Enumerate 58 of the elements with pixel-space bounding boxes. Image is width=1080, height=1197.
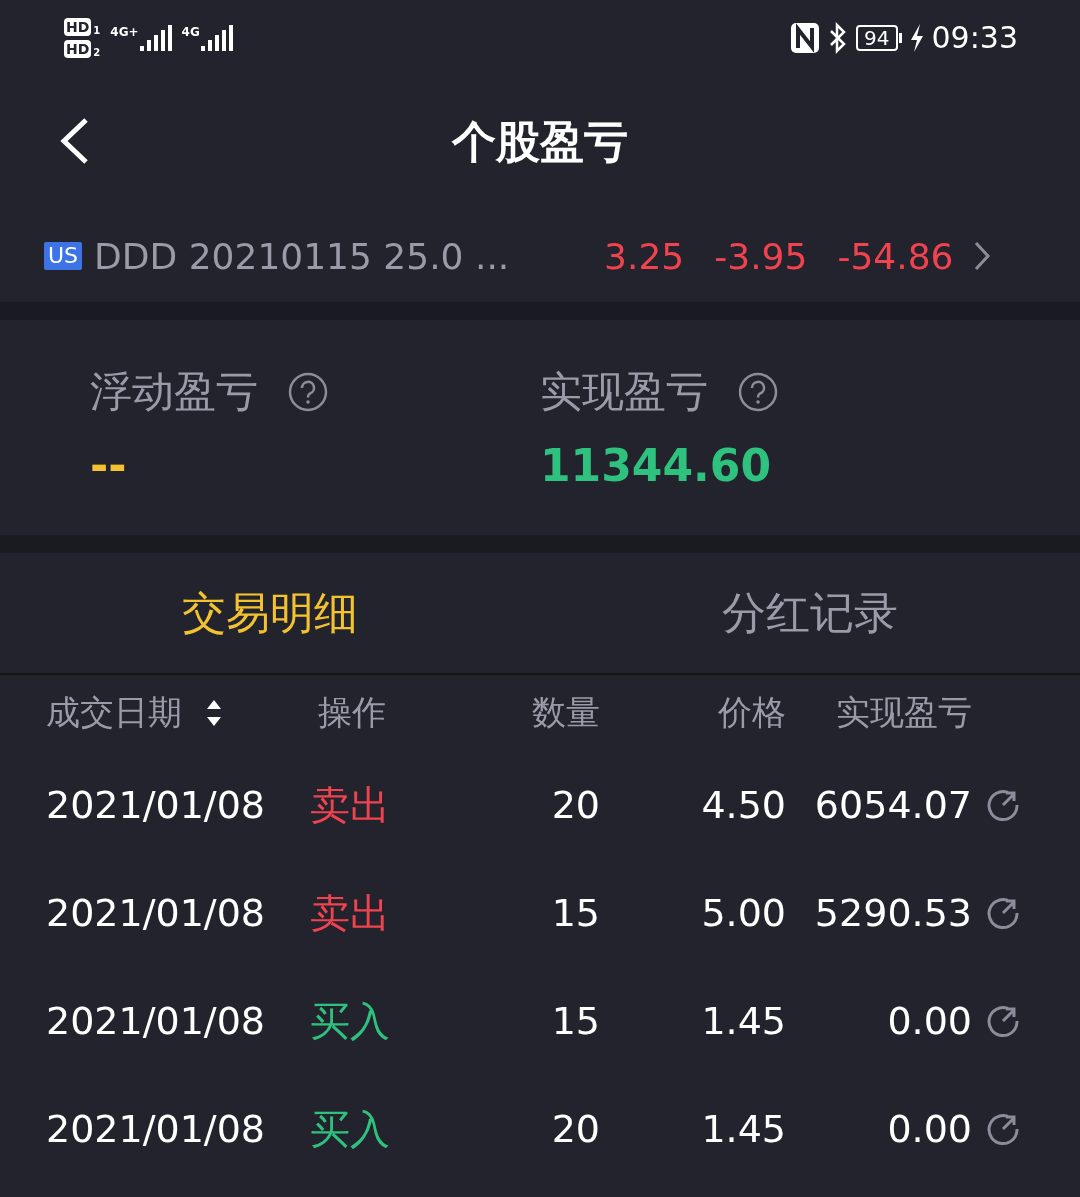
summary-label: 实现盈亏 — [540, 366, 708, 418]
network-label: 4G+ — [110, 24, 139, 39]
quantity-cell-text: 20 — [550, 783, 600, 827]
hd-badge: HD — [64, 39, 92, 58]
sim-slot: 1 — [93, 24, 101, 36]
chevron-right-icon — [973, 240, 992, 272]
date-cell-text: 2021/01/08 — [46, 891, 267, 935]
clock-time: 09:33 — [931, 20, 1018, 55]
signal-icon — [139, 24, 172, 51]
date-cell-text: 2021/01/08 — [46, 783, 267, 827]
refresh-icon[interactable] — [986, 1112, 1020, 1146]
pnl-cell-text: 0.00 — [886, 1107, 972, 1151]
action-cell-text: 买入 — [310, 1104, 391, 1154]
column-header: 操作 — [318, 691, 386, 734]
charging-icon — [909, 23, 924, 52]
column-header: 价格 — [718, 691, 786, 734]
price-value: -3.95 — [714, 235, 808, 277]
hd-badge: HD — [64, 17, 92, 36]
option-name: DDD 20210115 25.0 ... — [94, 235, 511, 277]
refresh-icon[interactable] — [986, 896, 1020, 930]
action-cell-text: 买入 — [310, 996, 391, 1046]
tab[interactable]: 分红记录 — [540, 553, 1080, 673]
market-badge: US — [44, 242, 83, 270]
action-cell-text: 卖出 — [310, 780, 391, 830]
signal-icon — [200, 24, 233, 51]
column-header: 实现盈亏 — [836, 691, 972, 734]
summary-value: 11344.60 — [540, 440, 773, 491]
column-header[interactable]: 成交日期 — [46, 690, 182, 736]
column-header: 数量 — [532, 691, 600, 734]
position-row[interactable]: US DDD 20210115 25.0 ... 3.25 -3.95 -54.86 — [0, 210, 1080, 302]
date-cell-text: 2021/01/08 — [46, 999, 267, 1043]
page-title: 个股盈亏 — [452, 115, 628, 169]
sim-slot: 2 — [93, 46, 101, 58]
help-icon[interactable] — [288, 372, 328, 412]
price-value: -54.86 — [837, 235, 954, 277]
pnl-cell-text: 5290.53 — [813, 891, 972, 935]
sort-icon[interactable] — [206, 699, 222, 727]
date-cell-text: 2021/01/08 — [46, 1107, 267, 1151]
refresh-icon[interactable] — [986, 1004, 1020, 1038]
summary-value: -- — [90, 440, 128, 491]
pnl-cell-text: 0.00 — [886, 999, 972, 1043]
price-cell-text: 5.00 — [700, 891, 786, 935]
back-icon[interactable] — [58, 117, 90, 165]
price-cell-text: 1.45 — [700, 999, 786, 1043]
price-value: 3.25 — [604, 235, 685, 277]
help-icon[interactable] — [738, 372, 778, 412]
network-label: 4G — [181, 24, 200, 39]
tab[interactable]: 交易明细 — [0, 553, 540, 673]
price-cell-text: 4.50 — [700, 783, 786, 827]
quantity-cell-text: 15 — [550, 999, 600, 1043]
refresh-icon[interactable] — [986, 788, 1020, 822]
nfc-icon — [790, 21, 821, 54]
quantity-cell-text: 15 — [550, 891, 600, 935]
summary-label: 浮动盈亏 — [90, 366, 258, 418]
action-cell-text: 卖出 — [310, 888, 391, 938]
quantity-cell-text: 20 — [550, 1107, 600, 1151]
pnl-cell-text: 6054.07 — [813, 783, 972, 827]
price-cell-text: 1.45 — [700, 1107, 786, 1151]
